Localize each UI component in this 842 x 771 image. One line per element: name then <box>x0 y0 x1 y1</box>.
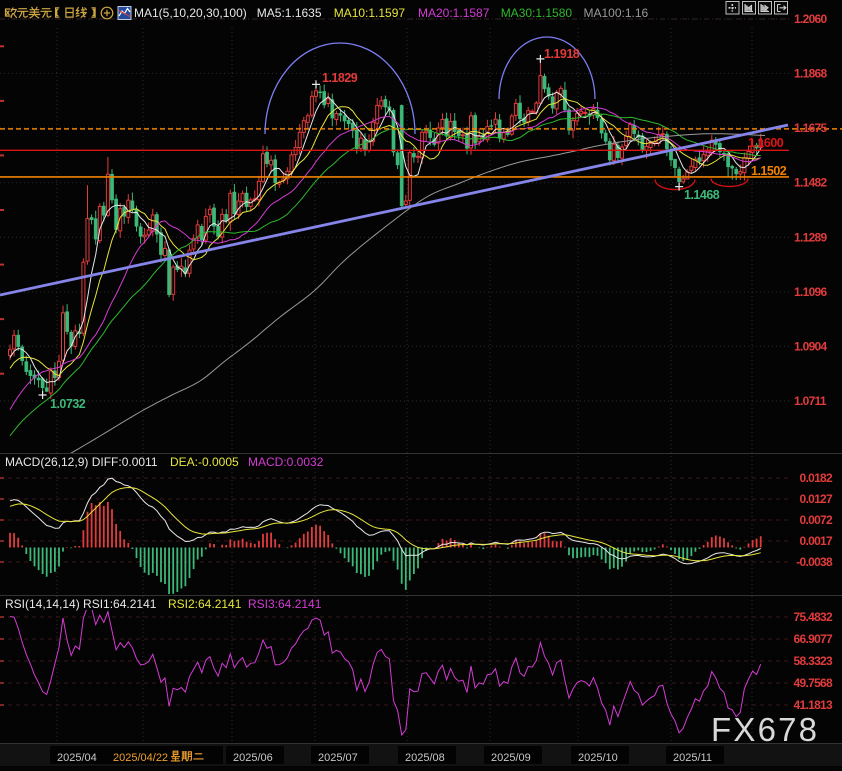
svg-text:0.0072: 0.0072 <box>799 513 833 527</box>
svg-text:RSI2:64.2141: RSI2:64.2141 <box>168 597 242 611</box>
svg-text:1.1918: 1.1918 <box>544 47 580 61</box>
svg-text:-0.0038: -0.0038 <box>796 555 833 569</box>
svg-text:2025/04: 2025/04 <box>57 752 97 764</box>
svg-text:2025/06: 2025/06 <box>233 752 273 764</box>
svg-text:2025/09: 2025/09 <box>491 752 531 764</box>
svg-text:1.0711: 1.0711 <box>794 394 827 408</box>
svg-text:1.1600: 1.1600 <box>748 136 784 150</box>
svg-text:66.9077: 66.9077 <box>794 632 834 646</box>
svg-text:RSI(14,14,14) RSI1:64.2141: RSI(14,14,14) RSI1:64.2141 <box>5 597 157 611</box>
svg-text:1.1096: 1.1096 <box>794 285 828 299</box>
svg-text:0.0182: 0.0182 <box>799 471 833 485</box>
svg-text:2025/04/22: 2025/04/22 <box>113 752 168 764</box>
svg-text:2025/10: 2025/10 <box>578 752 618 764</box>
svg-text:1.1829: 1.1829 <box>322 71 358 85</box>
svg-text:MACD(26,12,9) DIFF:0.0011: MACD(26,12,9) DIFF:0.0011 <box>5 455 158 469</box>
svg-text:1.1289: 1.1289 <box>794 230 828 244</box>
svg-text:1.1675: 1.1675 <box>794 121 828 135</box>
svg-text:2025/07: 2025/07 <box>318 752 358 764</box>
svg-text:MA20:1.1587: MA20:1.1587 <box>418 6 490 20</box>
svg-text:2025/08: 2025/08 <box>405 752 445 764</box>
svg-text:1.1868: 1.1868 <box>794 66 828 80</box>
svg-text:MA1(5,10,20,30,100): MA1(5,10,20,30,100) <box>134 6 247 20</box>
svg-text:75.4832: 75.4832 <box>794 610 834 624</box>
svg-text:0.0017: 0.0017 <box>799 534 833 548</box>
svg-text:1.0732: 1.0732 <box>50 397 86 411</box>
svg-text:58.3323: 58.3323 <box>794 654 834 668</box>
svg-text:49.7568: 49.7568 <box>794 676 834 690</box>
svg-text:RSI3:64.2141: RSI3:64.2141 <box>248 597 322 611</box>
svg-text:FX678: FX678 <box>711 711 819 748</box>
svg-text:1.2060: 1.2060 <box>794 12 828 26</box>
svg-text:MA100:1.16: MA100:1.16 <box>584 6 649 20</box>
svg-text:1.1468: 1.1468 <box>684 188 720 202</box>
svg-text:MA5:1.1635: MA5:1.1635 <box>257 6 322 20</box>
svg-text:0.0127: 0.0127 <box>799 492 833 506</box>
svg-text:DEA:-0.0005: DEA:-0.0005 <box>170 455 239 469</box>
svg-text:1.0904: 1.0904 <box>794 339 828 353</box>
svg-text:MA30:1.1580: MA30:1.1580 <box>501 6 573 20</box>
svg-text:2025/11: 2025/11 <box>673 752 712 764</box>
svg-text:MA10:1.1597: MA10:1.1597 <box>334 6 406 20</box>
svg-text:1.1482: 1.1482 <box>794 176 828 190</box>
svg-text:1.1502: 1.1502 <box>751 164 787 178</box>
svg-text:41.1813: 41.1813 <box>794 698 834 712</box>
svg-text:MACD:0.0032: MACD:0.0032 <box>248 455 324 469</box>
